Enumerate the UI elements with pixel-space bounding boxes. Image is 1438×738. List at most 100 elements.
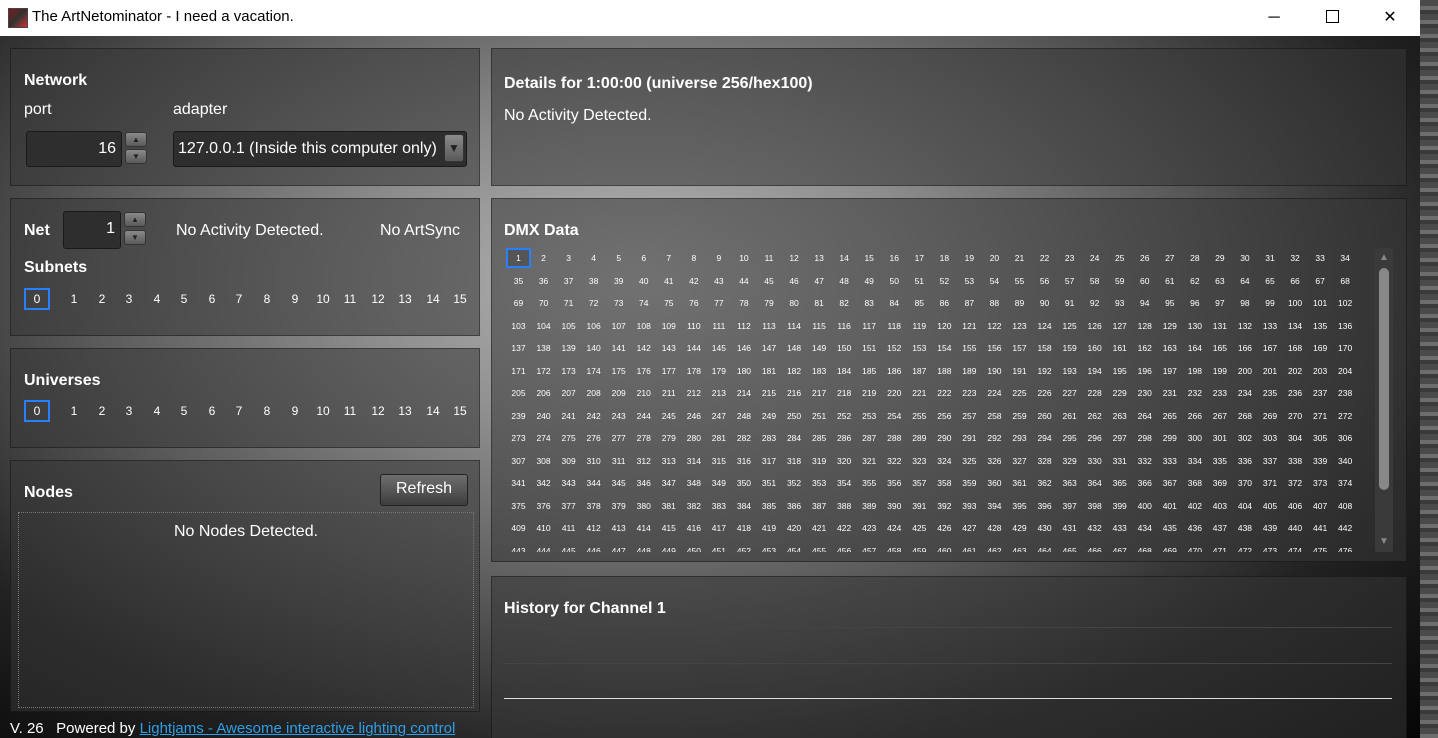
dmx-channel-100[interactable]: 100	[1283, 293, 1308, 313]
dmx-channel-342[interactable]: 342	[531, 473, 556, 493]
dmx-channel-216[interactable]: 216	[782, 383, 807, 403]
dmx-channel-371[interactable]: 371	[1258, 473, 1283, 493]
dmx-channel-149[interactable]: 149	[807, 338, 832, 358]
dmx-channel-346[interactable]: 346	[631, 473, 656, 493]
port-input[interactable]: 16	[26, 131, 122, 167]
subnet-option-10[interactable]: 10	[310, 288, 336, 310]
dmx-channel-427[interactable]: 427	[957, 518, 982, 538]
dmx-channel-208[interactable]: 208	[581, 383, 606, 403]
dmx-channel-10[interactable]: 10	[731, 248, 756, 268]
dmx-channel-221[interactable]: 221	[907, 383, 932, 403]
dmx-channel-35[interactable]: 35	[506, 271, 531, 291]
dmx-channel-269[interactable]: 269	[1258, 406, 1283, 426]
dmx-channel-32[interactable]: 32	[1283, 248, 1308, 268]
dmx-channel-190[interactable]: 190	[982, 361, 1007, 381]
dmx-channel-435[interactable]: 435	[1157, 518, 1182, 538]
dmx-channel-52[interactable]: 52	[932, 271, 957, 291]
dmx-channel-433[interactable]: 433	[1107, 518, 1132, 538]
dmx-channel-160[interactable]: 160	[1082, 338, 1107, 358]
dmx-channel-241[interactable]: 241	[556, 406, 581, 426]
dmx-channel-378[interactable]: 378	[581, 496, 606, 516]
dmx-channel-360[interactable]: 360	[982, 473, 1007, 493]
dmx-channel-379[interactable]: 379	[606, 496, 631, 516]
dmx-channel-17[interactable]: 17	[907, 248, 932, 268]
dmx-channel-118[interactable]: 118	[882, 316, 907, 336]
dmx-channel-418[interactable]: 418	[731, 518, 756, 538]
dmx-channel-83[interactable]: 83	[857, 293, 882, 313]
dmx-channel-445[interactable]: 445	[556, 541, 581, 553]
dmx-channel-84[interactable]: 84	[882, 293, 907, 313]
dmx-channel-21[interactable]: 21	[1007, 248, 1032, 268]
dmx-channel-97[interactable]: 97	[1207, 293, 1232, 313]
dmx-channel-262[interactable]: 262	[1082, 406, 1107, 426]
dmx-channel-285[interactable]: 285	[807, 428, 832, 448]
dmx-channel-93[interactable]: 93	[1107, 293, 1132, 313]
dmx-channel-287[interactable]: 287	[857, 428, 882, 448]
dmx-channel-88[interactable]: 88	[982, 293, 1007, 313]
dmx-channel-243[interactable]: 243	[606, 406, 631, 426]
dmx-channel-91[interactable]: 91	[1057, 293, 1082, 313]
dmx-channel-105[interactable]: 105	[556, 316, 581, 336]
dmx-channel-245[interactable]: 245	[656, 406, 681, 426]
universe-option-4[interactable]: 4	[144, 400, 170, 422]
dmx-channel-345[interactable]: 345	[606, 473, 631, 493]
dmx-channel-96[interactable]: 96	[1182, 293, 1207, 313]
dmx-channel-461[interactable]: 461	[957, 541, 982, 553]
dmx-channel-3[interactable]: 3	[556, 248, 581, 268]
dmx-channel-22[interactable]: 22	[1032, 248, 1057, 268]
dmx-channel-309[interactable]: 309	[556, 451, 581, 471]
dmx-channel-338[interactable]: 338	[1283, 451, 1308, 471]
chevron-down-icon[interactable]: ▼	[444, 134, 464, 162]
dmx-channel-206[interactable]: 206	[531, 383, 556, 403]
dmx-channel-399[interactable]: 399	[1107, 496, 1132, 516]
dmx-channel-141[interactable]: 141	[606, 338, 631, 358]
dmx-channel-382[interactable]: 382	[681, 496, 706, 516]
dmx-channel-264[interactable]: 264	[1132, 406, 1157, 426]
dmx-channel-340[interactable]: 340	[1333, 451, 1358, 471]
dmx-channel-473[interactable]: 473	[1258, 541, 1283, 553]
dmx-channel-416[interactable]: 416	[681, 518, 706, 538]
dmx-channel-460[interactable]: 460	[932, 541, 957, 553]
dmx-channel-46[interactable]: 46	[782, 271, 807, 291]
dmx-channel-145[interactable]: 145	[706, 338, 731, 358]
dmx-channel-424[interactable]: 424	[882, 518, 907, 538]
dmx-channel-458[interactable]: 458	[882, 541, 907, 553]
dmx-channel-405[interactable]: 405	[1258, 496, 1283, 516]
dmx-channel-305[interactable]: 305	[1308, 428, 1333, 448]
dmx-channel-133[interactable]: 133	[1258, 316, 1283, 336]
subnet-option-15[interactable]: 15	[447, 288, 473, 310]
dmx-channel-212[interactable]: 212	[681, 383, 706, 403]
dmx-channel-299[interactable]: 299	[1157, 428, 1182, 448]
dmx-channel-154[interactable]: 154	[932, 338, 957, 358]
dmx-channel-434[interactable]: 434	[1132, 518, 1157, 538]
dmx-channel-41[interactable]: 41	[656, 271, 681, 291]
dmx-channel-8[interactable]: 8	[681, 248, 706, 268]
dmx-channel-415[interactable]: 415	[656, 518, 681, 538]
dmx-channel-422[interactable]: 422	[832, 518, 857, 538]
dmx-channel-213[interactable]: 213	[706, 383, 731, 403]
dmx-channel-12[interactable]: 12	[782, 248, 807, 268]
dmx-channel-314[interactable]: 314	[681, 451, 706, 471]
dmx-channel-63[interactable]: 63	[1207, 271, 1232, 291]
universe-option-10[interactable]: 10	[310, 400, 336, 422]
dmx-channel-1[interactable]: 1	[506, 248, 531, 268]
dmx-channel-476[interactable]: 476	[1333, 541, 1358, 553]
universe-option-0[interactable]: 0	[24, 400, 50, 422]
dmx-channel-181[interactable]: 181	[757, 361, 782, 381]
dmx-channel-142[interactable]: 142	[631, 338, 656, 358]
dmx-channel-238[interactable]: 238	[1333, 383, 1358, 403]
dmx-channel-124[interactable]: 124	[1032, 316, 1057, 336]
dmx-channel-393[interactable]: 393	[957, 496, 982, 516]
dmx-channel-172[interactable]: 172	[531, 361, 556, 381]
dmx-channel-293[interactable]: 293	[1007, 428, 1032, 448]
dmx-channel-184[interactable]: 184	[832, 361, 857, 381]
dmx-channel-401[interactable]: 401	[1157, 496, 1182, 516]
dmx-channel-108[interactable]: 108	[631, 316, 656, 336]
dmx-channel-453[interactable]: 453	[757, 541, 782, 553]
dmx-channel-267[interactable]: 267	[1207, 406, 1232, 426]
dmx-channel-284[interactable]: 284	[782, 428, 807, 448]
dmx-channel-18[interactable]: 18	[932, 248, 957, 268]
dmx-channel-364[interactable]: 364	[1082, 473, 1107, 493]
dmx-channel-42[interactable]: 42	[681, 271, 706, 291]
dmx-channel-9[interactable]: 9	[706, 248, 731, 268]
